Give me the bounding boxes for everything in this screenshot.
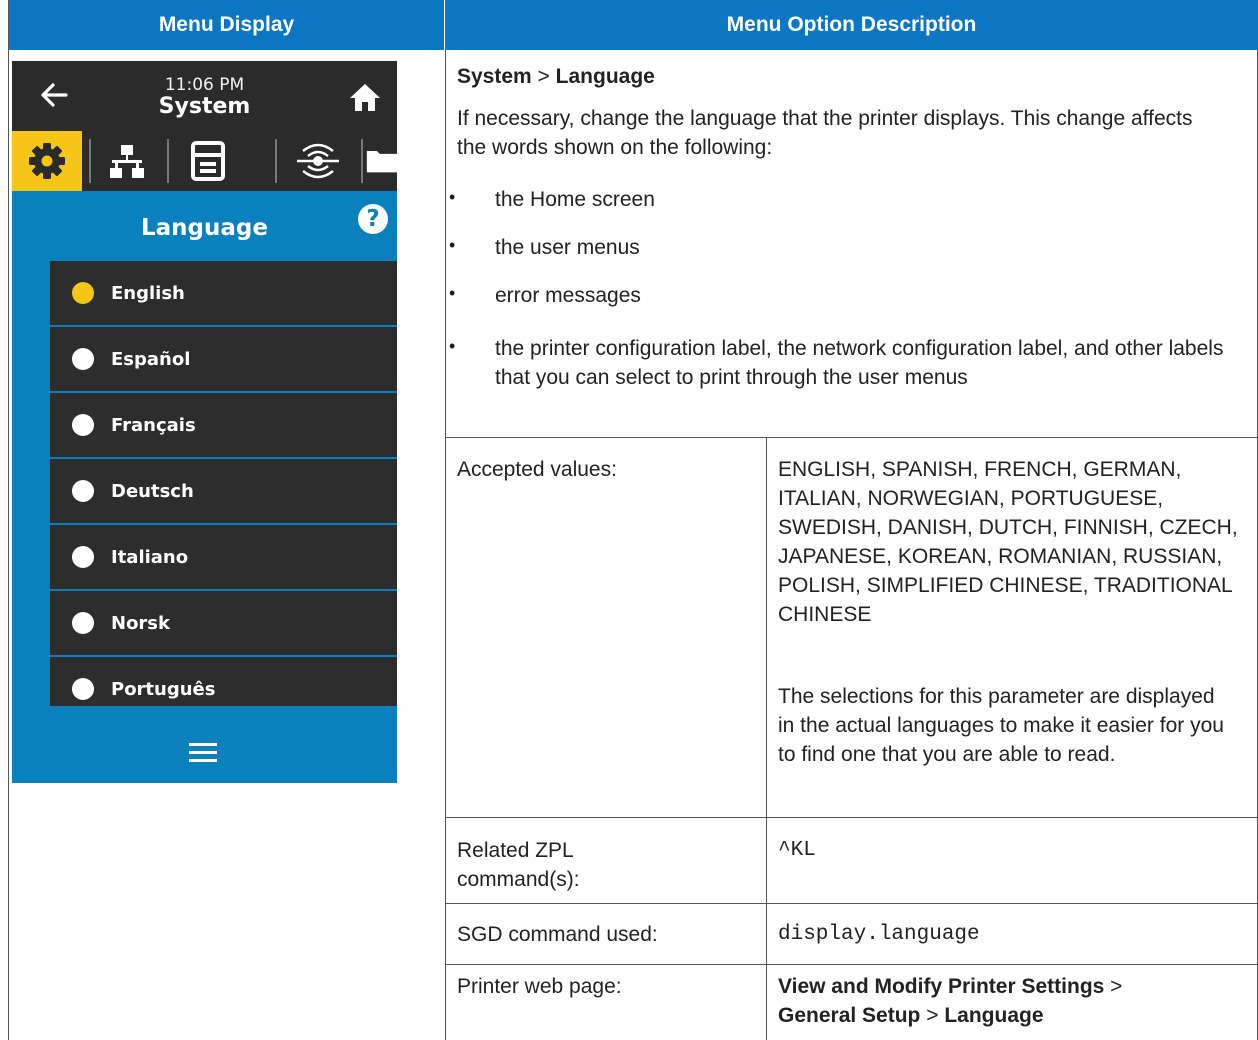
language-label: Deutsch — [111, 480, 194, 502]
web-page-label: Printer web page: — [457, 975, 622, 998]
clock-time: 11:06 PM — [164, 75, 245, 95]
bullet-item: error messages — [495, 284, 641, 307]
web-path-part1: View and Modify Printer Settings — [778, 975, 1105, 998]
language-list: English Español Français Deutsch Italian… — [50, 261, 397, 706]
bullet-dot: • — [449, 283, 456, 303]
sgd-command-label: SGD command used: — [457, 923, 658, 946]
path-separator: > — [531, 65, 556, 88]
row-divider — [445, 964, 1258, 965]
menu-tabs — [12, 131, 397, 191]
accepted-values-note: The selections for this parameter are di… — [778, 685, 1224, 766]
accepted-values: ENGLISH, SPANISH, FRENCH, GERMAN, ITALIA… — [778, 458, 1238, 626]
accepted-values-label: Accepted values: — [457, 458, 617, 481]
language-option[interactable]: English — [50, 261, 397, 325]
home-icon[interactable] — [348, 81, 382, 113]
bullet-item: the printer configuration label, the net… — [495, 337, 1224, 389]
tab-separator — [89, 139, 91, 183]
radio-icon — [72, 612, 94, 634]
radio-icon — [72, 348, 94, 370]
bullet-dot: • — [449, 235, 456, 255]
language-label: Português — [111, 678, 216, 700]
network-icon — [110, 145, 144, 178]
zpl-command-label: Related ZPL command(s): — [457, 839, 580, 891]
radio-icon — [72, 678, 94, 700]
radio-selected-icon — [72, 282, 94, 304]
radio-icon — [72, 546, 94, 568]
tab-connectivity[interactable] — [278, 131, 358, 191]
row-divider — [445, 437, 1258, 438]
language-option[interactable]: Español — [50, 327, 397, 391]
row-divider — [445, 817, 1258, 818]
language-option[interactable]: Deutsch — [50, 459, 397, 523]
tab-system[interactable] — [12, 131, 82, 191]
web-path-part3: Language — [944, 1004, 1044, 1027]
path-system: System — [457, 65, 532, 88]
menu-path: System > Language — [457, 62, 655, 91]
zpl-command-value: ^KL — [778, 839, 816, 862]
bullet-item: the user menus — [495, 236, 640, 259]
tab-network[interactable] — [92, 131, 162, 191]
tab-separator — [167, 139, 169, 183]
web-path-separator: > — [920, 1004, 945, 1027]
path-language: Language — [555, 65, 655, 88]
web-path-separator: > — [1104, 975, 1123, 998]
printer-icon — [191, 141, 225, 181]
web-page-path: View and Modify Printer Settings > Gener… — [778, 972, 1248, 1030]
language-label: Français — [111, 414, 196, 436]
top-bar: 11:06 PM System — [12, 61, 397, 131]
folder-icon — [366, 151, 397, 173]
tab-separator — [361, 139, 363, 183]
radio-icon — [72, 414, 94, 436]
help-icon[interactable]: ? — [358, 204, 388, 234]
printer-display-screen: 11:06 PM System Language ? English Españ… — [12, 61, 397, 783]
language-option[interactable]: Français — [50, 393, 397, 457]
screen-title: System — [158, 94, 251, 119]
language-label: Español — [111, 348, 191, 370]
row-divider — [445, 903, 1258, 904]
header-menu-option-description: Menu Option Description — [445, 0, 1258, 50]
hamburger-menu-icon[interactable] — [189, 743, 217, 763]
section-title: Language — [141, 215, 268, 241]
connectivity-icon — [297, 143, 339, 179]
gear-icon — [29, 143, 65, 179]
tab-print[interactable] — [170, 131, 246, 191]
sgd-command-value: display.language — [778, 923, 980, 946]
language-option[interactable]: Português — [50, 657, 397, 706]
bullet-dot: • — [449, 187, 456, 207]
language-label: Norsk — [111, 612, 170, 634]
intro-text: If necessary, change the language that t… — [457, 107, 1193, 159]
header-menu-display: Menu Display — [9, 0, 445, 50]
radio-icon — [72, 480, 94, 502]
bullet-dot: • — [449, 336, 456, 356]
language-label: English — [111, 282, 185, 304]
language-option[interactable]: Italiano — [50, 525, 397, 589]
tab-separator — [275, 139, 277, 183]
tab-storage[interactable] — [364, 131, 397, 191]
column-divider — [445, 50, 446, 1040]
inner-column-divider — [766, 437, 767, 1040]
bullet-item: the Home screen — [495, 188, 655, 211]
language-option[interactable]: Norsk — [50, 591, 397, 655]
web-path-part2: General Setup — [778, 1004, 921, 1027]
language-label: Italiano — [111, 546, 189, 568]
